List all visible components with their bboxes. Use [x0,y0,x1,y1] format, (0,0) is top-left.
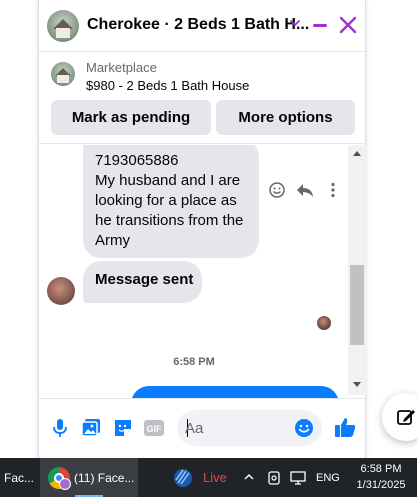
sender-avatar[interactable] [47,277,75,305]
message-input-wrapper[interactable] [177,410,322,446]
listing-avatar[interactable] [47,10,79,42]
message-input[interactable] [185,410,295,446]
message-line: 7193065886 [95,152,179,169]
chrome-icon [48,467,71,490]
house-wall-shape [57,75,69,83]
message-bubble-outgoing[interactable] [131,386,339,398]
taskbar-item-facebook-1[interactable]: Fac... [4,458,34,497]
live-label[interactable]: Live [203,458,227,497]
cricket-live-icon[interactable] [172,468,194,488]
close-icon[interactable] [339,16,357,34]
message-line: looking for a place as [95,192,237,209]
reply-icon[interactable] [296,181,314,199]
chevron-down-icon[interactable] [290,18,300,28]
message-scrollbar[interactable] [348,145,366,395]
clock-time: 6:58 PM [360,463,402,475]
message-line: My husband and I are [95,172,241,189]
chevron-up-icon[interactable] [244,472,254,482]
message-line: Army [95,232,130,249]
listing-thumbnail[interactable] [51,62,75,86]
message-bubble-incoming[interactable]: Message sent [83,261,202,303]
listing-price-title[interactable]: $980 - 2 Beds 1 Bath House [86,78,249,93]
seen-receipt-avatar [317,316,331,330]
sticker-icon[interactable] [112,417,134,439]
house-wall-shape [56,28,70,38]
scroll-down-arrow[interactable] [353,382,361,387]
more-vertical-icon[interactable] [324,181,342,199]
more-options-button[interactable]: More options [216,100,355,135]
chat-window: Cherokee · 2 Beds 1 Bath H... Marketplac… [38,0,366,458]
meet-now-icon[interactable] [266,470,282,486]
profile-badge-icon [59,478,71,490]
chat-header[interactable]: Cherokee · 2 Beds 1 Bath H... [39,0,365,52]
chat-title[interactable]: Cherokee · 2 Beds 1 Bath H... [87,16,309,34]
language-indicator[interactable]: ENG [316,458,340,497]
network-icon[interactable] [290,470,306,486]
microphone-icon[interactable] [49,417,71,439]
thumbs-up-icon[interactable] [333,415,357,439]
svg-text:GIF: GIF [147,424,163,434]
message-composer: GIF [39,398,365,458]
message-bubble-incoming[interactable]: 7193065886 My husband and I are looking … [83,145,259,258]
new-message-button[interactable] [382,393,417,441]
mark-as-pending-button[interactable]: Mark as pending [51,100,211,135]
message-line: he transitions from the [95,212,244,229]
emoji-icon[interactable] [294,418,314,438]
listing-source: Marketplace [86,60,157,75]
windows-taskbar: Fac... (11) Face... Live ENG 6:58 PM 1/3… [0,458,417,497]
message-actions [268,181,348,201]
gif-icon[interactable]: GIF [143,417,165,439]
react-emoji-icon[interactable] [268,181,286,199]
gallery-icon[interactable] [80,417,102,439]
message-timestamp: 6:58 PM [173,356,215,368]
clock-date: 1/31/2025 [356,479,406,491]
scroll-up-arrow[interactable] [353,151,361,156]
clock[interactable]: 6:58 PM 1/31/2025 [346,461,416,493]
listing-banner: Marketplace $980 - 2 Beds 1 Bath House M… [39,52,365,144]
scrollbar-thumb[interactable] [350,265,364,345]
taskbar-item-facebook-2[interactable]: (11) Face... [74,458,134,497]
message-thread[interactable]: 7193065886 My husband and I are looking … [39,145,349,398]
compose-icon [397,410,415,425]
minimize-button[interactable] [313,24,327,27]
